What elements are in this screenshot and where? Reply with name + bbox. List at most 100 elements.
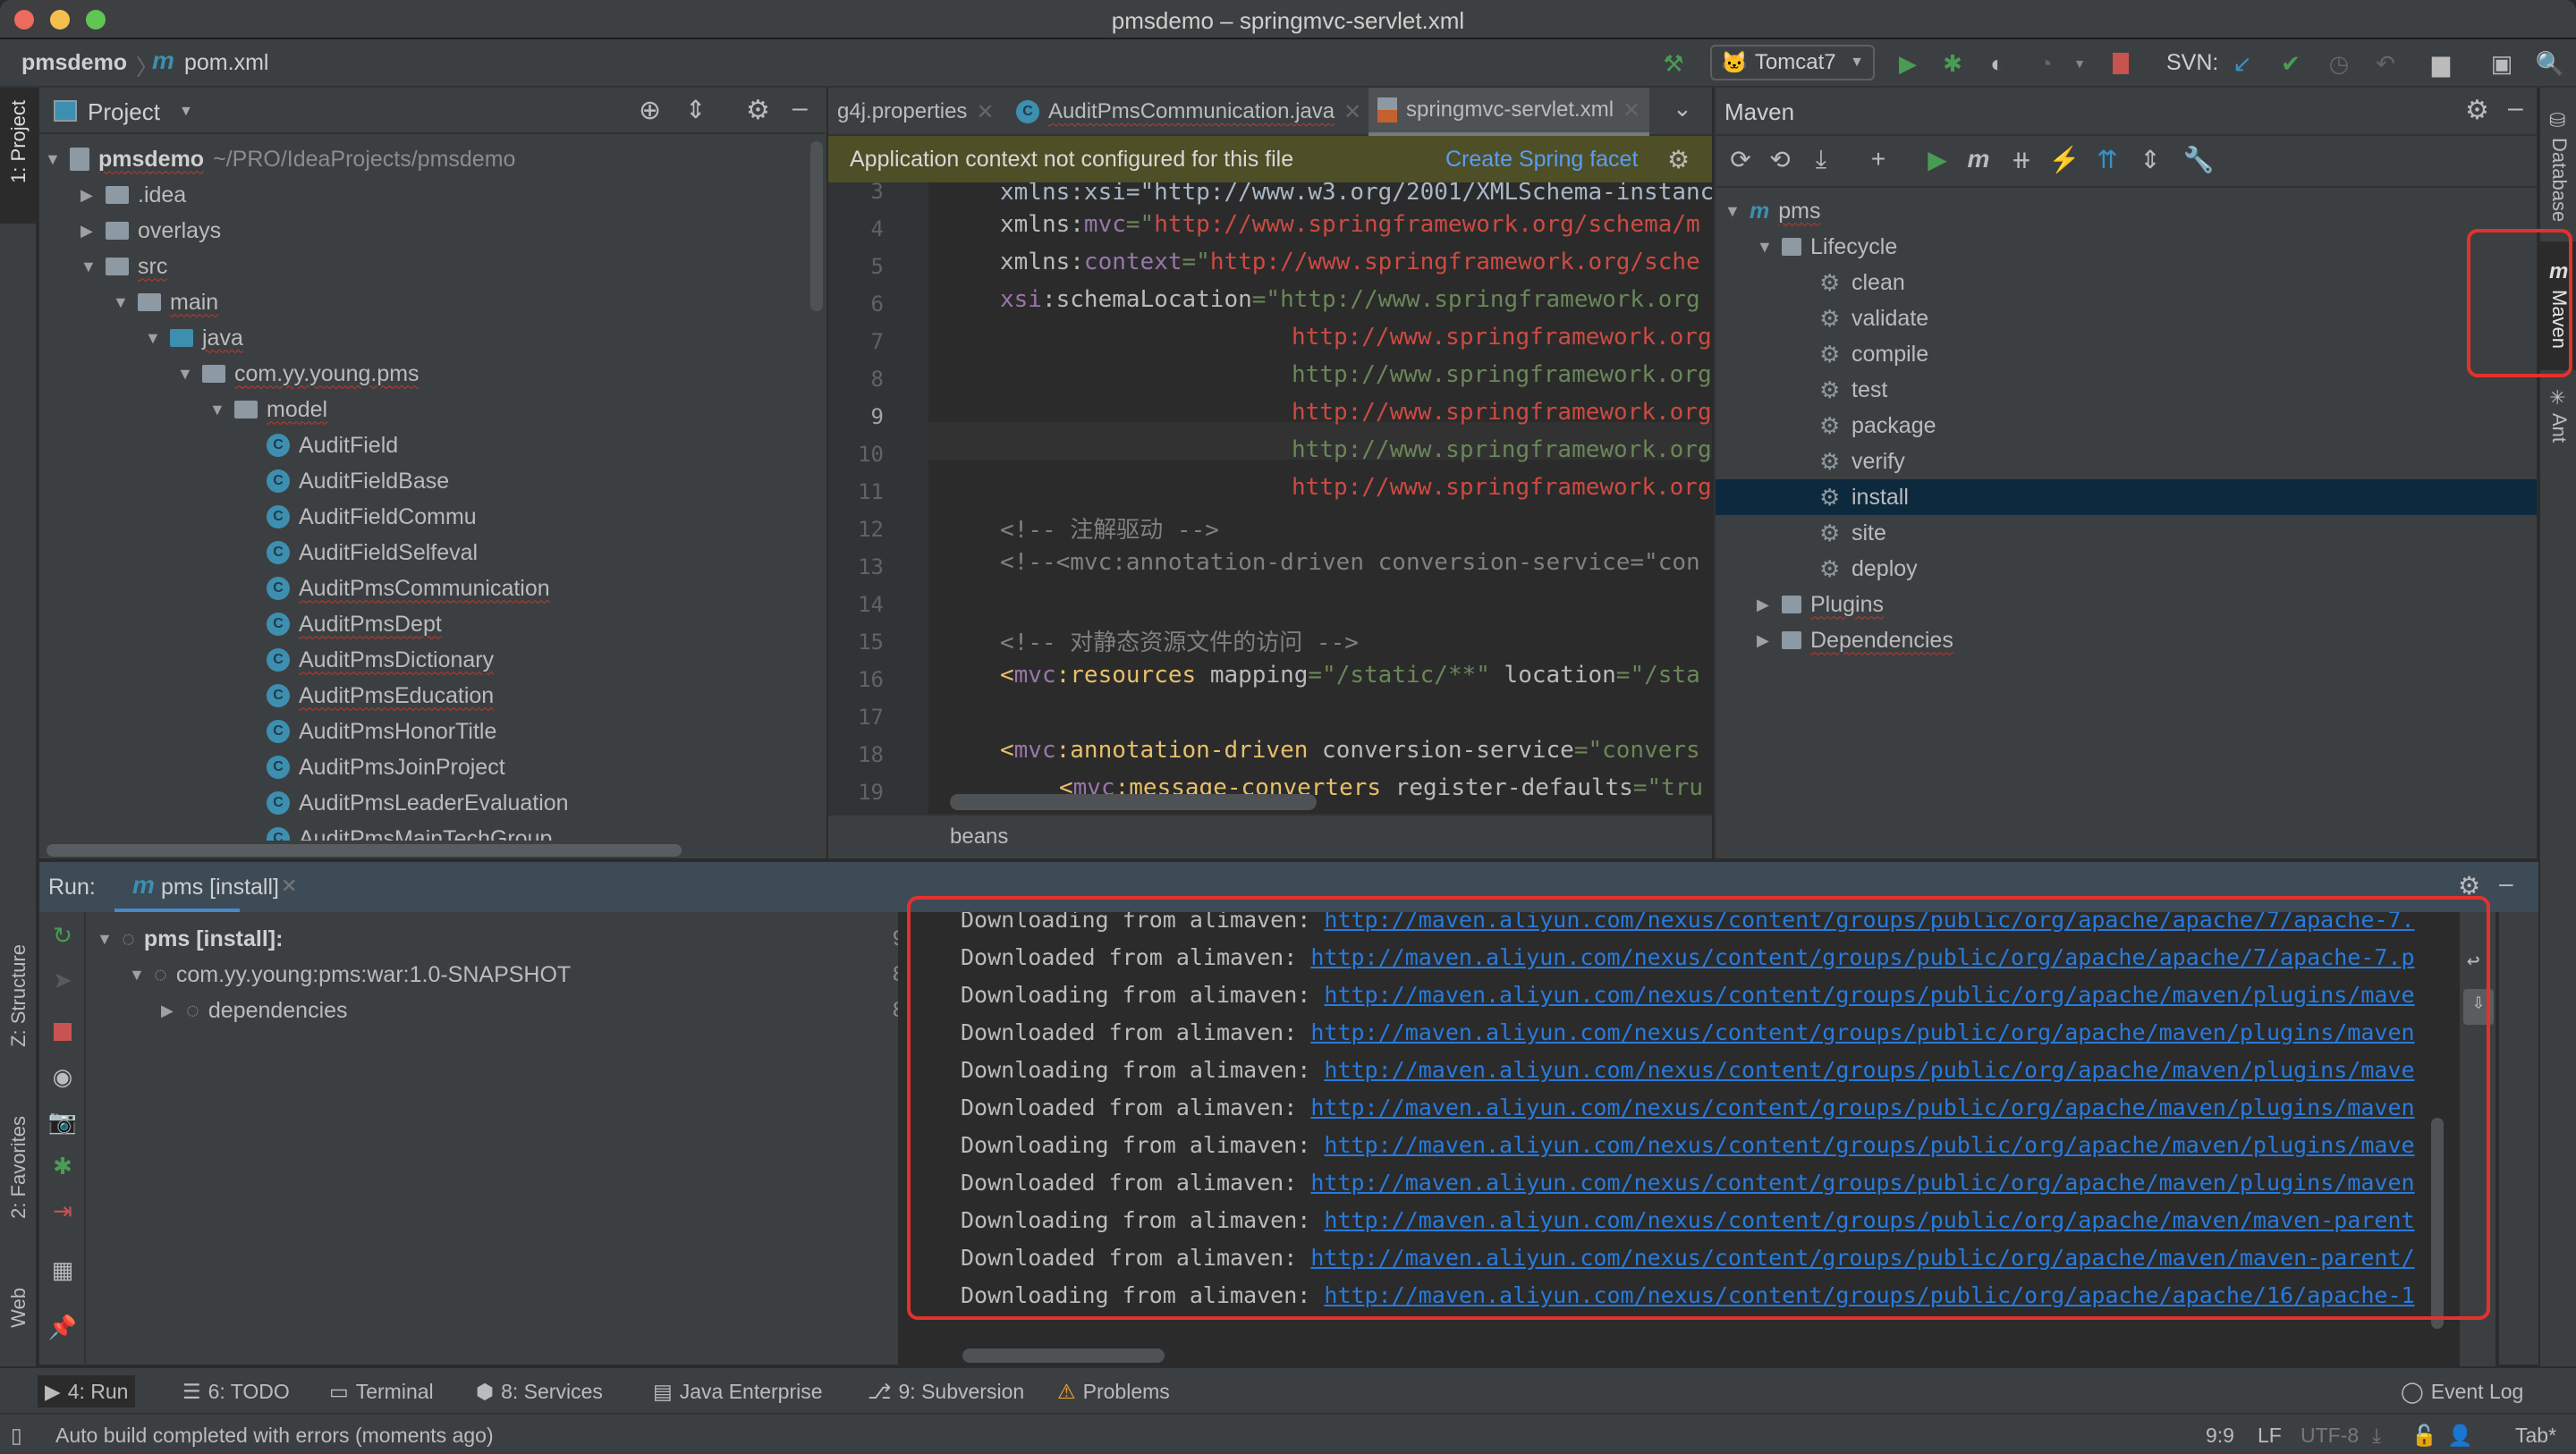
maven-phase-clean[interactable]: ⚙ clean: [1819, 265, 1905, 300]
line-separator[interactable]: LF: [2258, 1424, 2282, 1448]
maven-dependencies-node[interactable]: ▶ Dependencies: [1757, 622, 1953, 658]
toggle-view-icon[interactable]: ➤: [48, 966, 77, 994]
tree-item-class[interactable]: C AuditFieldCommu: [267, 499, 477, 535]
close-tab-icon[interactable]: ✕: [976, 99, 994, 125]
project-structure-icon[interactable]: ▆: [2428, 50, 2454, 77]
exit-icon[interactable]: ⇥: [48, 1196, 77, 1225]
layout-icon[interactable]: ▦: [48, 1255, 77, 1284]
create-spring-facet-link[interactable]: Create Spring facet: [1445, 147, 1638, 173]
tree-item-class[interactable]: C AuditPmsEducation: [267, 678, 494, 714]
tree-item-class[interactable]: C AuditPmsJoinProject: [267, 749, 505, 785]
skip-tests-icon[interactable]: ⚡: [2048, 143, 2080, 175]
vertical-scrollbar[interactable]: [810, 141, 823, 311]
history-icon[interactable]: ◷: [2326, 50, 2352, 77]
run-tree-node[interactable]: ▼ ◌ pms [install]:: [97, 921, 283, 957]
add-project-icon[interactable]: +: [1862, 143, 1894, 175]
svn-update-icon[interactable]: ↙: [2229, 50, 2256, 77]
run-tree-node[interactable]: ▼ ◌ com.yy.young:pms:war:1.0-SNAPSHOT: [129, 957, 571, 993]
run-goal-icon[interactable]: ▶: [1921, 143, 1953, 175]
tool-tab-problems[interactable]: ⚠ Problems: [1050, 1375, 1177, 1408]
presentation-icon[interactable]: ▣: [2488, 50, 2515, 77]
profile-icon[interactable]: ◔: [2032, 50, 2059, 77]
gear-icon[interactable]: ⚙: [1667, 145, 1690, 174]
camera-icon[interactable]: 📷: [48, 1107, 77, 1136]
tree-item-class[interactable]: C AuditPmsMainTechGroup: [267, 821, 552, 841]
status-message[interactable]: Auto build completed with errors (moment…: [55, 1424, 494, 1448]
coverage-icon[interactable]: ◐: [1984, 50, 2011, 77]
tree-item-class[interactable]: C AuditPmsLeaderEvaluation: [267, 785, 569, 821]
tab-springmvc-servlet-xml[interactable]: springmvc-servlet.xml ✕: [1368, 88, 1650, 136]
tab-auditpmscommunication-java[interactable]: C AuditPmsCommunication.java ✕: [1007, 88, 1370, 136]
tool-tab-structure[interactable]: Z: Structure: [7, 944, 30, 1047]
tree-item-class[interactable]: C AuditFieldBase: [267, 463, 449, 499]
run-tree-node[interactable]: ▶ ◌ dependencies: [161, 993, 348, 1028]
tree-item-class[interactable]: C AuditPmsCommunication: [267, 571, 550, 606]
tool-tab-database[interactable]: Database: [2547, 138, 2571, 222]
maven-phase-install[interactable]: ⚙ install: [1819, 479, 1909, 515]
horizontal-scrollbar[interactable]: [47, 844, 682, 857]
maven-phase-test[interactable]: ⚙ test: [1819, 372, 1887, 408]
chevron-down-icon[interactable]: ▼: [2066, 50, 2093, 77]
search-icon[interactable]: 🔍: [2536, 50, 2564, 77]
run-icon[interactable]: ▶: [1894, 50, 1921, 77]
maven-phase-site[interactable]: ⚙ site: [1819, 515, 1886, 551]
close-tab-icon[interactable]: ✕: [281, 875, 297, 898]
rerun-icon[interactable]: ↻: [48, 921, 77, 950]
attach-debugger-icon[interactable]: ✱: [48, 1152, 77, 1180]
editor-horizontal-scrollbar[interactable]: [950, 794, 1317, 810]
hide-panel-icon[interactable]: –: [2508, 93, 2523, 123]
file-encoding[interactable]: UTF-8: [2301, 1424, 2359, 1448]
build-hammer-icon[interactable]: ⚒: [1660, 50, 1687, 77]
breadcrumb-project[interactable]: pmsdemo: [21, 50, 127, 76]
caret-position[interactable]: 9:9: [2206, 1424, 2234, 1448]
tool-tab-ant[interactable]: Ant: [2547, 413, 2571, 443]
tool-tab-todo[interactable]: ☰ 6: TODO: [175, 1375, 297, 1408]
inspector-icon[interactable]: 👤: [2447, 1424, 2473, 1448]
console-horizontal-scrollbar[interactable]: [962, 1348, 1165, 1363]
hide-panel-icon[interactable]: –: [2499, 869, 2513, 898]
eye-icon[interactable]: ◉: [48, 1062, 77, 1091]
execute-goal-icon[interactable]: m: [1962, 143, 1995, 175]
stop-icon[interactable]: [48, 1018, 77, 1046]
wrench-icon[interactable]: 🔧: [2182, 143, 2215, 175]
tool-tab-java-enterprise[interactable]: ▤ Java Enterprise: [646, 1375, 830, 1408]
reimport-icon[interactable]: ⟳: [1724, 143, 1757, 175]
svn-commit-icon[interactable]: ✔: [2277, 50, 2304, 77]
maven-lifecycle-node[interactable]: ▼ Lifecycle: [1757, 229, 1897, 265]
tree-item-class[interactable]: C AuditField: [267, 427, 398, 463]
maven-phase-compile[interactable]: ⚙ compile: [1819, 336, 1928, 372]
show-dependencies-icon[interactable]: ⇈: [2091, 143, 2123, 175]
breadcrumb-file[interactable]: pom.xml: [184, 50, 268, 76]
revert-icon[interactable]: ↶: [2372, 50, 2399, 77]
indent-setting[interactable]: Tab*: [2515, 1424, 2556, 1448]
maven-plugins-node[interactable]: ▶ Plugins: [1757, 587, 1884, 622]
download-icon[interactable]: ⤓: [1805, 143, 1837, 175]
tree-item-class[interactable]: C AuditPmsHonorTitle: [267, 714, 496, 749]
tool-tab-project[interactable]: 1: Project: [7, 100, 30, 183]
close-tab-icon[interactable]: ✕: [1623, 97, 1640, 123]
close-tab-icon[interactable]: ✕: [1343, 99, 1361, 125]
tree-item-class[interactable]: C AuditFieldSelfeval: [267, 535, 478, 571]
tool-tab-services[interactable]: ⬢ 8: Services: [469, 1375, 610, 1408]
gear-icon[interactable]: ⚙: [2465, 95, 2489, 126]
maven-phase-validate[interactable]: ⚙ validate: [1819, 300, 1928, 336]
run-tab[interactable]: m pms [install] ✕: [114, 862, 297, 912]
maven-phase-package[interactable]: ⚙ package: [1819, 408, 1936, 444]
tool-tab-run[interactable]: ▶ 4: Run: [38, 1375, 136, 1408]
maven-phase-verify[interactable]: ⚙ verify: [1819, 444, 1905, 479]
lock-icon[interactable]: 🔓: [2411, 1424, 2437, 1448]
tab-log4j-properties[interactable]: g4j.properties ✕: [828, 88, 1004, 136]
pin-icon[interactable]: 📌: [48, 1313, 77, 1341]
status-toggle-icon[interactable]: ▯: [11, 1424, 22, 1448]
tool-tab-web[interactable]: Web: [7, 1288, 30, 1328]
tool-tab-subversion[interactable]: ⎇ 9: Subversion: [860, 1375, 1031, 1408]
stop-icon[interactable]: [2107, 50, 2134, 77]
tool-tab-favorites[interactable]: 2: Favorites: [7, 1116, 30, 1219]
tree-item-class[interactable]: C AuditPmsDept: [267, 606, 442, 642]
maven-phase-deploy[interactable]: ⚙ deploy: [1819, 551, 1918, 587]
tool-tab-terminal[interactable]: ▭ Terminal: [322, 1375, 441, 1408]
editor-breadcrumb[interactable]: beans: [828, 814, 1712, 858]
tab-list-chevron-icon[interactable]: ⌄: [1673, 95, 1692, 123]
generate-sources-icon[interactable]: ⟲: [1764, 143, 1796, 175]
tree-item-class[interactable]: C AuditPmsDictionary: [267, 642, 494, 678]
